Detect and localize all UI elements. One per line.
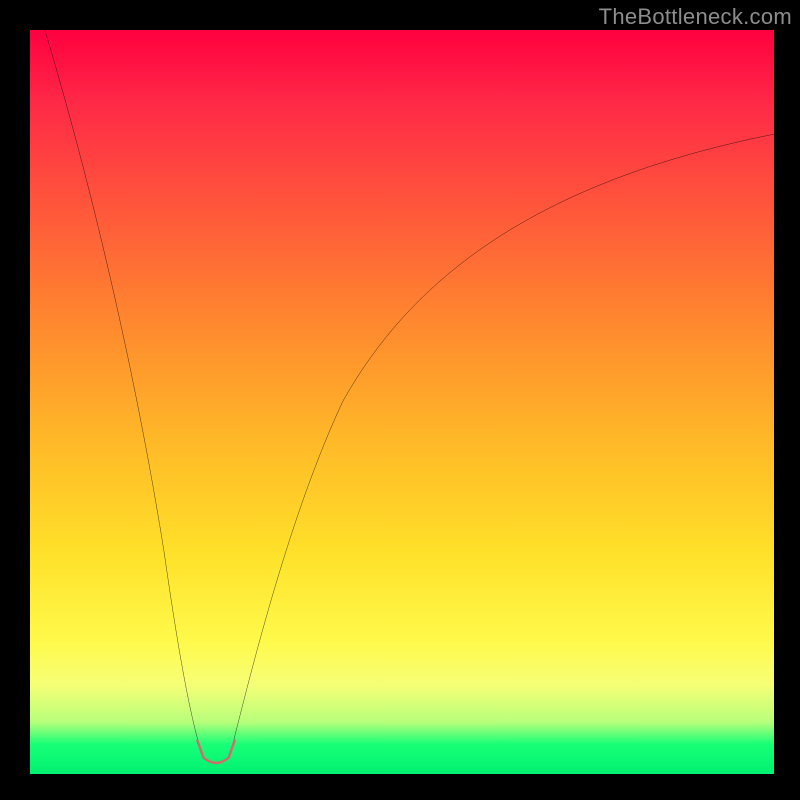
trough-marker-path xyxy=(197,741,234,763)
plot-area xyxy=(30,30,774,774)
curve-layer xyxy=(30,30,774,774)
left-arm-path xyxy=(45,30,201,752)
watermark-text: TheBottleneck.com xyxy=(599,4,792,30)
right-arm-path xyxy=(231,134,774,752)
chart-root: TheBottleneck.com xyxy=(0,0,800,800)
